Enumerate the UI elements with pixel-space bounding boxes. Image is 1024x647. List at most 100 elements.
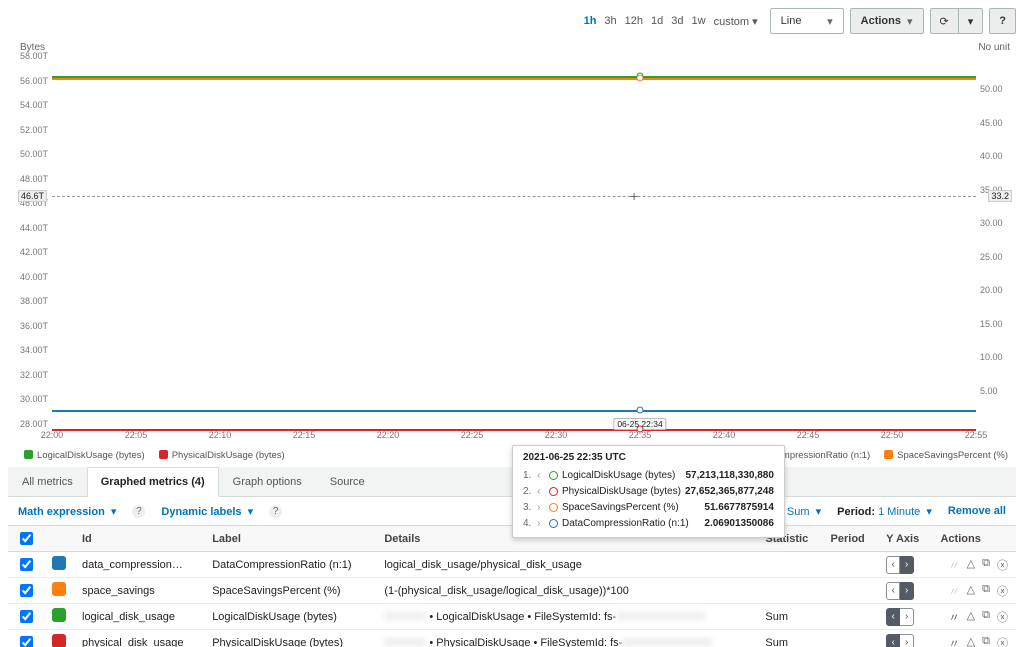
range-custom[interactable]: custom — [714, 15, 758, 28]
cell-yaxis: ‹› — [878, 630, 932, 647]
cell-details: (1-(physical_disk_usage/logical_disk_usa… — [376, 578, 757, 604]
math-expression-dropdown[interactable]: Math expression ▾ — [18, 505, 116, 518]
cell-period — [823, 578, 879, 604]
right-axis-label: No unit — [978, 42, 1010, 53]
duplicate-icon[interactable]: ⧉ — [982, 557, 990, 573]
legend-item[interactable]: LogicalDiskUsage (bytes) — [24, 450, 145, 461]
help-icon[interactable]: ? — [269, 505, 282, 518]
tooltip-title: 2021-06-25 22:35 UTC — [523, 452, 774, 463]
caret-down-icon: ▾ — [907, 15, 913, 28]
row-checkbox[interactable] — [20, 610, 33, 623]
yaxis-toggle[interactable]: ‹› — [886, 556, 914, 574]
cell-id: logical_disk_usage — [74, 604, 204, 630]
series-color-swatch[interactable] — [52, 608, 66, 622]
table-row: physical_disk_usagePhysicalDiskUsage (by… — [8, 630, 1016, 647]
series-color-swatch[interactable] — [52, 556, 66, 570]
range-3h[interactable]: 3h — [604, 15, 616, 27]
row-checkbox[interactable] — [20, 636, 33, 647]
column-header — [8, 526, 44, 552]
yaxis-toggle[interactable]: ‹› — [886, 608, 914, 626]
remove-icon[interactable]: ⓧ — [997, 609, 1008, 625]
actions-button[interactable]: Actions▾ — [850, 8, 924, 34]
cell-label: LogicalDiskUsage (bytes) — [204, 604, 376, 630]
row-checkbox[interactable] — [20, 584, 33, 597]
metrics-chart[interactable]: Bytes No unit 28.00T30.00T32.00T34.00T36… — [8, 40, 1016, 450]
tab-all-metrics[interactable]: All metrics — [8, 467, 87, 497]
legend-item[interactable]: PhysicalDiskUsage (bytes) — [159, 450, 285, 461]
cell-actions: 〃 △ ⧉ ⓧ — [932, 630, 1016, 647]
series-color-swatch[interactable] — [52, 634, 66, 647]
tooltip-row: 3.›SpaceSavingsPercent (%)51.6677875914 — [523, 499, 774, 515]
duplicate-icon[interactable]: ⧉ — [982, 635, 990, 647]
column-header: Period — [823, 526, 879, 552]
yaxis-toggle[interactable]: ‹› — [886, 634, 914, 647]
cell-statistic — [757, 578, 822, 604]
range-1d[interactable]: 1d — [651, 15, 663, 27]
table-row: logical_disk_usageLogicalDiskUsage (byte… — [8, 604, 1016, 630]
help-icon[interactable]: ? — [132, 505, 145, 518]
tooltip-row: 1.‹LogicalDiskUsage (bytes)57,213,118,33… — [523, 467, 774, 483]
refresh-button[interactable]: ⟳ — [930, 8, 959, 34]
alarm-icon[interactable]: △ — [967, 635, 975, 647]
column-header: Y Axis — [878, 526, 932, 552]
cell-period — [823, 630, 879, 647]
cell-label: SpaceSavingsPercent (%) — [204, 578, 376, 604]
duplicate-icon[interactable]: ⧉ — [982, 583, 990, 599]
refresh-icon: ⟳ — [940, 15, 949, 28]
statistic-dropdown[interactable]: Sum ▾ — [787, 506, 821, 518]
column-header: Id — [74, 526, 204, 552]
caret-down-icon: ▾ — [827, 15, 833, 28]
remove-icon[interactable]: ⓧ — [997, 635, 1008, 647]
refresh-split-button: ⟳ ▾ — [930, 8, 984, 34]
cell-statistic: Sum — [757, 604, 822, 630]
duplicate-icon[interactable]: ⧉ — [982, 609, 990, 625]
yaxis-toggle[interactable]: ‹› — [886, 582, 914, 600]
range-1w[interactable]: 1w — [692, 15, 706, 27]
toolbar: 1h 3h 12h 1d 3d 1w custom Line▾ Actions▾… — [8, 6, 1016, 36]
legend-item[interactable]: SpaceSavingsPercent (%) — [884, 450, 1008, 461]
caret-down-icon: ▾ — [968, 15, 974, 28]
remove-all-link[interactable]: Remove all — [948, 505, 1006, 517]
hover-tooltip: 2021-06-25 22:35 UTC 1.‹LogicalDiskUsage… — [512, 445, 785, 538]
cell-yaxis: ‹› — [878, 604, 932, 630]
cell-statistic — [757, 552, 822, 578]
dynamic-labels-dropdown[interactable]: Dynamic labels ▾ — [161, 505, 253, 518]
cell-label: DataCompressionRatio (n:1) — [204, 552, 376, 578]
table-row: data_compression…DataCompressionRatio (n… — [8, 552, 1016, 578]
refresh-menu-button[interactable]: ▾ — [959, 8, 984, 34]
series-chart-icon[interactable]: 〃 — [949, 635, 960, 647]
remove-icon[interactable]: ⓧ — [997, 583, 1008, 599]
range-1h[interactable]: 1h — [584, 15, 597, 27]
column-header: Label — [204, 526, 376, 552]
help-button[interactable]: ? — [989, 8, 1016, 34]
tooltip-row: 4.›DataCompressionRatio (n:1)2.069013500… — [523, 515, 774, 531]
range-3d[interactable]: 3d — [671, 15, 683, 27]
alarm-icon[interactable]: △ — [967, 609, 975, 625]
series-chart-icon[interactable]: 〃 — [949, 609, 960, 625]
remove-icon[interactable]: ⓧ — [997, 557, 1008, 573]
cell-actions: 〃 △ ⧉ ⓧ — [932, 552, 1016, 578]
tab-graphed-metrics[interactable]: Graphed metrics (4) — [87, 467, 219, 497]
period-dropdown[interactable]: 1 Minute ▾ — [878, 506, 932, 518]
cell-yaxis: ‹› — [878, 552, 932, 578]
plot-area[interactable]: 28.00T30.00T32.00T34.00T36.00T38.00T40.0… — [52, 56, 976, 424]
alarm-icon[interactable]: △ — [967, 557, 975, 573]
cell-actions: 〃△⧉ⓧ — [932, 578, 1016, 604]
tab-source[interactable]: Source — [316, 467, 379, 497]
series-color-swatch[interactable] — [52, 582, 66, 596]
chart-type-select[interactable]: Line▾ — [770, 8, 844, 34]
column-header — [44, 526, 74, 552]
tooltip-row: 2.‹PhysicalDiskUsage (bytes)27,652,365,8… — [523, 483, 774, 499]
row-checkbox[interactable] — [20, 558, 33, 571]
column-header: Actions — [932, 526, 1016, 552]
cell-period — [823, 552, 879, 578]
cell-yaxis: ‹› — [878, 578, 932, 604]
cell-id: physical_disk_usage — [74, 630, 204, 647]
cell-period — [823, 604, 879, 630]
tab-graph-options[interactable]: Graph options — [219, 467, 316, 497]
range-12h[interactable]: 12h — [625, 15, 643, 27]
series-chart-icon: 〃 — [949, 557, 960, 573]
alarm-icon[interactable]: △ — [967, 583, 975, 599]
select-all-checkbox[interactable] — [20, 532, 33, 545]
cell-details: logical_disk_usage/physical_disk_usage — [376, 552, 757, 578]
